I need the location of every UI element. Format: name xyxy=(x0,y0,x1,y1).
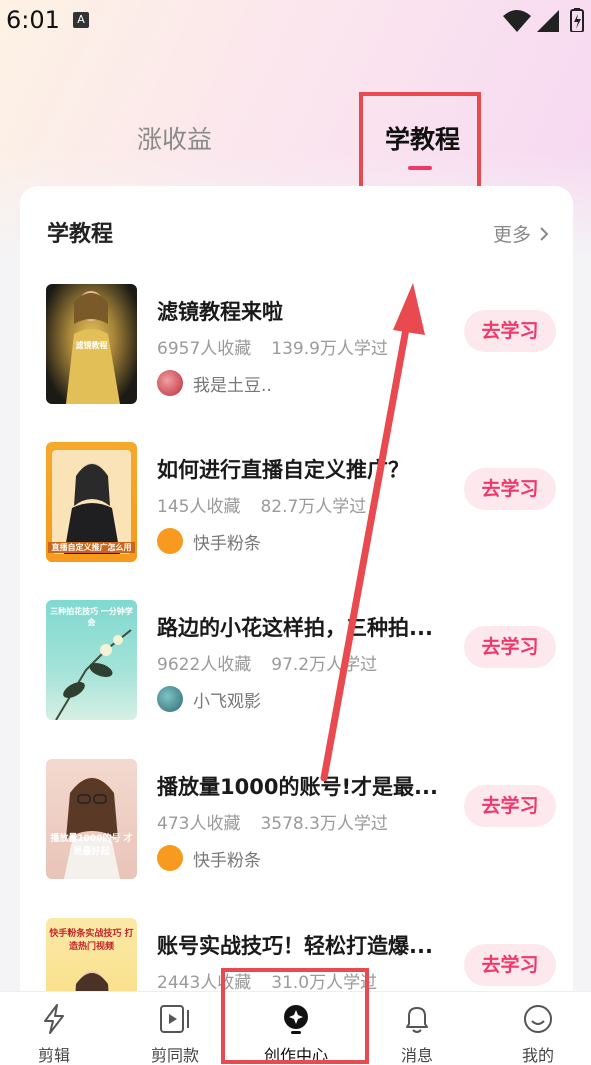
avatar xyxy=(157,528,183,554)
status-icons xyxy=(503,8,584,32)
item-stats: 6957人收藏 139.9万人学过 xyxy=(157,334,388,359)
item-title: 路边的小花这样拍，三种拍... xyxy=(157,616,433,640)
nav-label: 剪同款 xyxy=(150,1046,199,1065)
learn-button[interactable]: 去学习 xyxy=(464,468,556,510)
thumbnail-caption: 滤镜教程 xyxy=(75,341,108,350)
item-stats: 145人收藏 82.7万人学过 xyxy=(157,492,366,517)
learn-button[interactable]: 去学习 xyxy=(464,626,556,668)
item-title: 如何进行直播自定义推广？ xyxy=(157,458,409,482)
tab-earn[interactable]: 涨收益 xyxy=(137,120,212,156)
learners-count: 82.7万人学过 xyxy=(260,497,367,517)
author-name: 小飞观影 xyxy=(193,691,261,712)
nav-label: 消息 xyxy=(400,1046,433,1065)
nav-label: 我的 xyxy=(521,1046,554,1065)
author-name: 快手粉条 xyxy=(193,533,261,554)
learn-button[interactable]: 去学习 xyxy=(464,310,556,352)
author-name: 快手粉条 xyxy=(193,850,261,871)
nav-item-template[interactable]: 剪同款 xyxy=(130,1002,220,1065)
learn-button[interactable]: 去学习 xyxy=(464,785,556,827)
avatar xyxy=(157,845,183,871)
favorites-count: 9622人收藏 xyxy=(157,655,252,675)
author[interactable]: 快手粉条 xyxy=(157,845,261,871)
author[interactable]: 我是土豆.. xyxy=(157,370,272,396)
highlight-box-tab xyxy=(359,92,481,196)
learners-count: 3578.3万人学过 xyxy=(260,814,388,834)
item-stats: 9622人收藏 97.2万人学过 xyxy=(157,650,377,675)
author[interactable]: 小飞观影 xyxy=(157,686,261,712)
learn-button[interactable]: 去学习 xyxy=(464,944,556,986)
tutorial-thumbnail: 播放量1000的号 才是最好起 xyxy=(46,759,137,879)
highlight-box-nav xyxy=(221,968,369,1064)
section-title: 学教程 xyxy=(47,222,114,247)
avatar xyxy=(157,686,183,712)
thumbnail-caption: 播放量1000的号 才是最好起 xyxy=(50,834,133,857)
avatar xyxy=(157,370,183,396)
thumbnail-caption: 三种拍花技巧 一分钟学会 xyxy=(50,607,133,627)
tutorial-card: 学教程 更多 滤镜教程 滤镜教程来啦 6957人收藏 139.9万人学过 我是土豆… xyxy=(20,186,573,1006)
tutorial-thumbnail: 直播自定义推广怎么用 xyxy=(46,442,137,562)
list-item[interactable]: 滤镜教程 滤镜教程来啦 6957人收藏 139.9万人学过 我是土豆.. 去学习 xyxy=(46,284,556,406)
author[interactable]: 快手粉条 xyxy=(157,528,261,554)
item-title: 账号实战技巧！轻松打造爆... xyxy=(157,934,433,958)
lightning-icon xyxy=(44,1004,64,1034)
item-title: 播放量1000的账号!才是最... xyxy=(157,775,437,799)
learners-count: 139.9万人学过 xyxy=(271,339,388,359)
nav-item-edit[interactable]: 剪辑 xyxy=(9,1002,99,1065)
tutorial-thumbnail: 滤镜教程 xyxy=(46,284,137,404)
chevron-right-icon xyxy=(540,226,549,241)
list-item[interactable]: 三种拍花技巧 一分钟学会 路边的小花这样拍，三种拍... 9622人收藏 97.2… xyxy=(46,600,556,722)
item-title: 滤镜教程来啦 xyxy=(157,300,283,324)
more-label: 更多 xyxy=(492,224,531,246)
smiley-icon xyxy=(524,1005,552,1033)
item-stats: 473人收藏 3578.3万人学过 xyxy=(157,809,388,834)
signal-icon xyxy=(537,10,559,32)
list-item[interactable]: 播放量1000的号 才是最好起 播放量1000的账号!才是最... 473人收藏… xyxy=(46,759,556,881)
favorites-count: 473人收藏 xyxy=(157,814,241,834)
person-illustration xyxy=(64,777,120,879)
wifi-icon xyxy=(503,10,531,32)
play-template-icon xyxy=(160,1005,189,1033)
learners-count: 97.2万人学过 xyxy=(271,655,378,675)
notification-icon: A xyxy=(73,12,89,28)
nav-label: 剪辑 xyxy=(37,1046,70,1065)
favorites-count: 6957人收藏 xyxy=(157,339,252,359)
status-bar: 6:01 A xyxy=(0,0,591,42)
bell-icon xyxy=(406,1007,428,1033)
nav-item-profile[interactable]: 我的 xyxy=(493,1002,583,1065)
status-time: 6:01 xyxy=(6,6,60,34)
list-item[interactable]: 直播自定义推广怎么用 如何进行直播自定义推广？ 145人收藏 82.7万人学过 快… xyxy=(46,442,556,564)
thumbnail-caption: 快手粉条实战技巧 打造热门视频 xyxy=(49,929,134,952)
favorites-count: 145人收藏 xyxy=(157,497,241,517)
more-link[interactable]: 更多 xyxy=(493,220,549,247)
author-name: 我是土豆.. xyxy=(193,375,272,396)
thumbnail-caption: 直播自定义推广怎么用 xyxy=(48,542,135,553)
tutorial-thumbnail: 三种拍花技巧 一分钟学会 xyxy=(46,600,137,720)
nav-item-messages[interactable]: 消息 xyxy=(372,1002,462,1065)
